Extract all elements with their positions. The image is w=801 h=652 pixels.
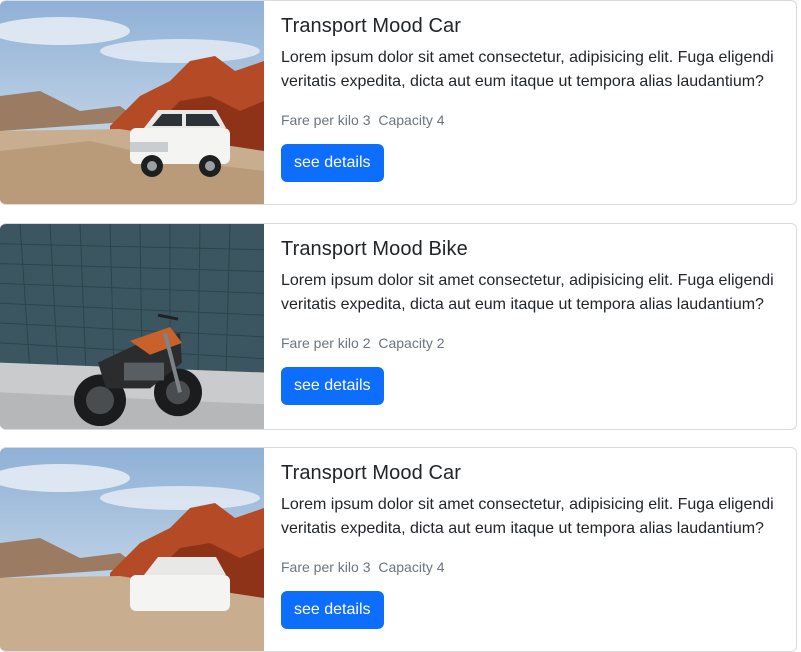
bike-image [0,224,264,429]
transport-card-bike: Transport Mood Bike Lorem ipsum dolor si… [0,223,797,430]
capacity-label: Capacity 2 [378,335,445,351]
card-description: Lorem ipsum dolor sit amet consectetur, … [281,49,774,90]
car-image [0,1,264,204]
capacity-label: Capacity 4 [378,112,445,128]
card-description: Lorem ipsum dolor sit amet consectetur, … [281,272,774,313]
see-details-button[interactable]: see details [281,367,384,405]
card-title: Transport Mood Car [281,15,462,37]
card-meta: Fare per kilo 3 Capacity 4 [281,559,784,575]
see-details-button[interactable]: see details [281,591,384,629]
card-description: Lorem ipsum dolor sit amet consectetur, … [281,496,774,537]
fare-label: Fare per kilo 3 [281,559,371,575]
transport-card-car: Transport Mood Car Lorem ipsum dolor sit… [0,0,797,205]
capacity-label: Capacity 4 [378,559,445,575]
car-image [0,448,264,651]
card-title: Transport Mood Car [281,462,462,484]
fare-label: Fare per kilo 2 [281,335,371,351]
see-details-button[interactable]: see details [281,144,384,182]
transport-card-car: Transport Mood Car Lorem ipsum dolor sit… [0,447,797,652]
card-title: Transport Mood Bike [281,238,468,260]
card-meta: Fare per kilo 2 Capacity 2 [281,335,784,351]
fare-label: Fare per kilo 3 [281,112,371,128]
card-meta: Fare per kilo 3 Capacity 4 [281,112,784,128]
